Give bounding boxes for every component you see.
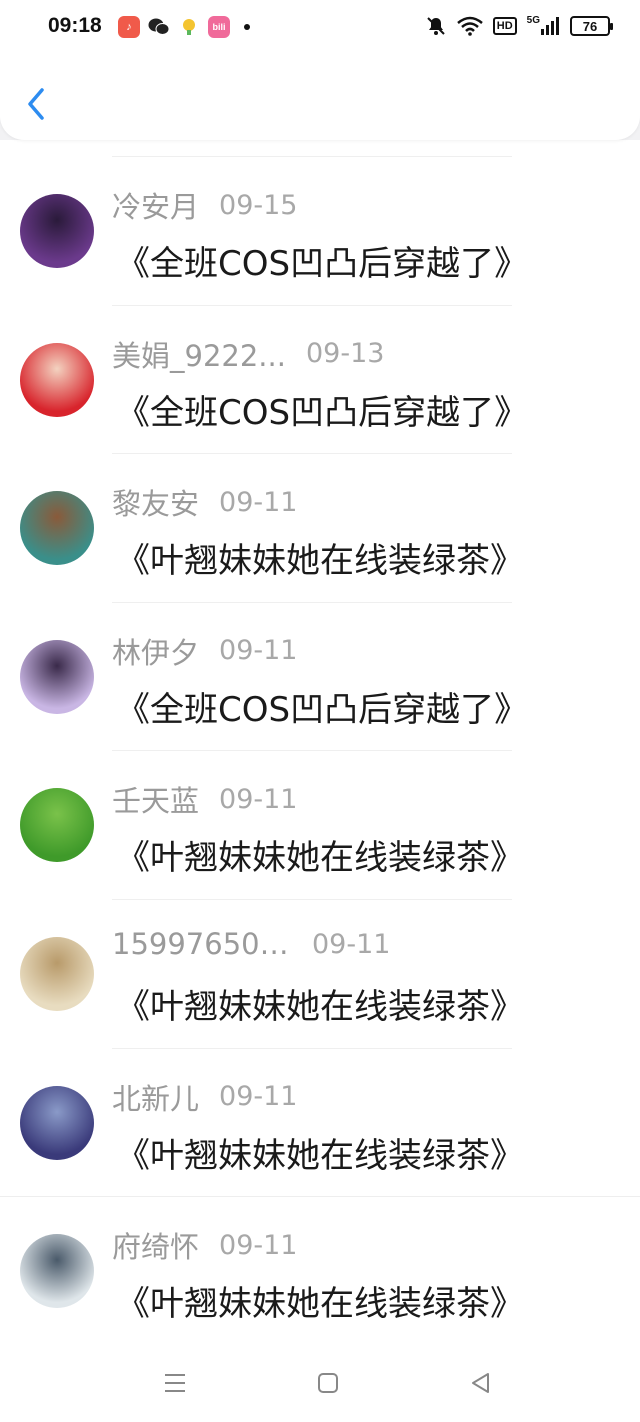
avatar[interactable] (20, 194, 94, 268)
more-notifications-dot (244, 24, 250, 30)
user-name[interactable]: 冷安月 (112, 184, 199, 226)
wifi-icon (456, 14, 483, 38)
list-item[interactable]: 北新儿 09-11 《叶翘妹妹她在线装绿茶》 (0, 1047, 640, 1196)
trophy-app-icon (178, 16, 200, 38)
list-item[interactable]: 美娟_9222... 09-13 《全班COS凹凸后穿越了》 (0, 304, 640, 453)
home-nav-button[interactable] (313, 1368, 343, 1398)
user-name[interactable]: 壬天蓝 (112, 778, 199, 820)
chevron-left-icon (28, 88, 44, 120)
back-nav-button[interactable] (466, 1368, 496, 1398)
book-title[interactable]: 《叶翘妹妹她在线装绿茶》 (116, 979, 524, 1028)
name-line: 壬天蓝 09-11 (112, 778, 297, 820)
bilibili-icon: bili (208, 16, 230, 38)
menu-nav-button[interactable] (160, 1368, 190, 1398)
book-title[interactable]: 《叶翘妹妹她在线装绿茶》 (116, 533, 524, 582)
avatar[interactable] (20, 1085, 94, 1160)
user-name[interactable]: 1599765038 (112, 927, 292, 961)
row-divider (112, 156, 512, 157)
name-line: 美娟_9222... 09-13 (112, 333, 384, 375)
date-label: 09-15 (219, 189, 298, 221)
book-title[interactable]: 《全班COS凹凸后穿越了》 (116, 236, 528, 285)
hd-badge: HD (492, 14, 517, 38)
book-title[interactable]: 《叶翘妹妹她在线装绿茶》 (116, 830, 524, 879)
list-item[interactable]: 壬天蓝 09-11 《叶翘妹妹她在线装绿茶》 (0, 750, 640, 898)
home-square-icon (318, 1373, 338, 1393)
avatar[interactable] (20, 342, 94, 417)
avatar[interactable] (20, 937, 94, 1011)
back-button[interactable] (22, 86, 50, 122)
back-triangle-icon (472, 1373, 489, 1393)
name-line: 北新儿 09-11 (112, 1076, 297, 1118)
book-title[interactable]: 《叶翘妹妹她在线装绿茶》 (116, 1276, 524, 1325)
date-label: 09-11 (219, 635, 298, 667)
wechat-icon (148, 16, 170, 38)
name-line: 1599765038 09-11 (112, 927, 390, 961)
name-line: 黎友安 09-11 (112, 481, 297, 523)
avatar[interactable] (20, 1234, 94, 1309)
mute-bell-icon (425, 14, 447, 38)
list-item[interactable]: 黎友安 09-11 《叶翘妹妹她在线装绿茶》 (0, 453, 640, 601)
date-label: 09-11 (219, 783, 298, 815)
music-app-icon: ♪ (118, 16, 140, 38)
signal-icon: 5G (527, 14, 560, 38)
date-label: 09-13 (305, 338, 385, 370)
list-item[interactable]: 1599765038 09-11 《叶翘妹妹她在线装绿茶》 (0, 899, 640, 1047)
row-divider (112, 750, 512, 752)
user-name[interactable]: 北新儿 (112, 1076, 199, 1118)
date-label: 09-11 (219, 486, 298, 518)
status-time: 09:18 (48, 14, 102, 37)
book-title[interactable]: 《叶翘妹妹她在线装绿茶》 (116, 1128, 524, 1177)
date-label: 09-11 (312, 928, 391, 960)
book-title[interactable]: 《全班COS凹凸后穿越了》 (116, 385, 528, 434)
user-name[interactable]: 美娟_9222... (112, 333, 286, 375)
battery-indicator: 76 (570, 16, 613, 36)
row-divider (112, 453, 512, 455)
notification-icons: ♪ bili (118, 16, 250, 38)
row-divider (112, 899, 512, 900)
user-name[interactable]: 黎友安 (112, 481, 199, 523)
book-title[interactable]: 《全班COS凹凸后穿越了》 (116, 682, 528, 731)
row-divider (112, 304, 512, 306)
row-divider (112, 601, 512, 603)
list-item[interactable]: 冷安月 09-15 《全班COS凹凸后穿越了》 (0, 156, 640, 304)
menu-icon (165, 1374, 185, 1392)
row-divider (112, 1047, 512, 1049)
name-line: 府绮怀 09-11 (112, 1224, 297, 1266)
avatar[interactable] (20, 639, 94, 714)
date-label: 09-11 (219, 1081, 298, 1113)
name-line: 冷安月 09-15 (112, 184, 297, 226)
user-name[interactable]: 林伊夕 (112, 630, 199, 672)
avatar[interactable] (20, 788, 94, 863)
system-nav-bar (0, 1352, 640, 1412)
status-bar: 09:18 ♪ bili HD 5G 76 (0, 0, 640, 58)
avatar[interactable] (20, 491, 94, 566)
name-line: 林伊夕 09-11 (112, 630, 297, 672)
list-item[interactable]: 府绮怀 09-11 《叶翘妹妹她在线装绿茶》 (0, 1196, 640, 1344)
date-label: 09-11 (219, 1229, 298, 1261)
user-name[interactable]: 府绮怀 (112, 1224, 199, 1266)
status-right: HD 5G 76 (425, 14, 613, 38)
list-item[interactable]: 林伊夕 09-11 《全班COS凹凸后穿越了》 (0, 601, 640, 750)
list-divider (0, 1196, 640, 1197)
